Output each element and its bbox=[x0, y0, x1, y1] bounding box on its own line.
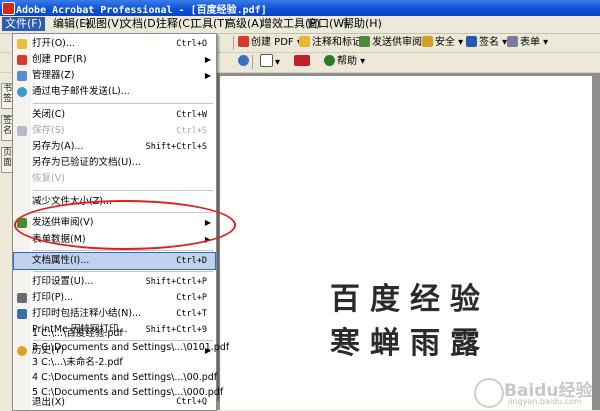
email-icon bbox=[17, 87, 27, 97]
menu-item-save: 保存(S) Ctrl+S bbox=[14, 123, 215, 139]
document-line-1: 百度经验 bbox=[330, 282, 490, 317]
page-layout-icon bbox=[260, 54, 273, 67]
menu-bar: 文件(F) 编辑(E) 视图(V) 文档(D) 注释(C) 工具(T) 高级(A… bbox=[0, 16, 600, 34]
lock-icon bbox=[422, 36, 433, 47]
file-menu-continued: 退出(X) Ctrl+Q bbox=[12, 397, 217, 411]
print-summary-icon bbox=[17, 309, 27, 319]
submenu-arrow-icon: ▶ bbox=[204, 55, 211, 64]
comment-icon bbox=[299, 36, 310, 47]
red-highlight-ellipse bbox=[14, 200, 236, 250]
create-pdf-icon bbox=[238, 36, 249, 47]
page-layout-button[interactable]: ▾ bbox=[258, 54, 282, 70]
menu-separator bbox=[33, 250, 213, 251]
yahoo-search-button[interactable] bbox=[292, 54, 314, 70]
menu-item-email[interactable]: 通过电子邮件发送(L)... bbox=[14, 84, 215, 100]
help-icon bbox=[324, 55, 335, 66]
toolbar-separator bbox=[252, 55, 253, 69]
acrobat-app-icon bbox=[2, 2, 15, 15]
forms-icon bbox=[507, 36, 518, 47]
baidu-paw-icon bbox=[474, 378, 504, 408]
menu-item-organizer[interactable]: 管理器(Z) ▶ bbox=[14, 68, 215, 84]
recent-file-1[interactable]: 1 C:\...\百度经验.pdf bbox=[14, 326, 215, 342]
window-title: Adobe Acrobat Professional - [百度经验.pdf] bbox=[16, 5, 267, 16]
menu-separator bbox=[33, 271, 213, 272]
menu-item-document-properties[interactable]: 文档属性(I)... Ctrl+D bbox=[13, 252, 216, 270]
pdf-page: 百度经验 寒蝉雨露 bbox=[220, 76, 592, 410]
menu-item-create-pdf[interactable]: 创建 PDF(R) ▶ bbox=[14, 52, 215, 68]
recent-file-label: 3 C:\...\未命名-2.pdf bbox=[32, 357, 123, 368]
watermark-url: jingyan.baidu.com bbox=[508, 397, 582, 406]
save-icon bbox=[17, 126, 27, 136]
menu-item-print-setup[interactable]: 打印设置(U)... Shift+Ctrl+P bbox=[14, 274, 215, 290]
review-icon bbox=[359, 36, 370, 47]
menu-item-open[interactable]: 打开(O)... Ctrl+O bbox=[14, 36, 215, 52]
menu-item-print[interactable]: 打印(P)... Ctrl+P bbox=[14, 290, 215, 306]
title-bar: Adobe Acrobat Professional - [百度经验.pdf] bbox=[0, 0, 600, 16]
recent-file-label: 2 C:\Documents and Settings\...\0101.pdf bbox=[32, 342, 230, 353]
submenu-arrow-icon: ▶ bbox=[204, 71, 211, 80]
recent-file-3[interactable]: 3 C:\...\未命名-2.pdf bbox=[14, 356, 215, 370]
zoom-in-icon bbox=[238, 55, 249, 66]
exit-shortcut: Ctrl+Q bbox=[176, 397, 207, 407]
menu-help[interactable]: 帮助(H) bbox=[340, 17, 385, 31]
watermark: Baidu经验 jingyan.baidu.com bbox=[470, 376, 595, 408]
create-pdf-button[interactable]: 创建 PDF ▾ bbox=[236, 35, 304, 51]
menu-separator bbox=[33, 190, 213, 191]
menu-item-close[interactable]: 关闭(C) Ctrl+W bbox=[14, 107, 215, 123]
menu-separator bbox=[33, 103, 213, 104]
exit-label: 退出(X) bbox=[32, 397, 65, 408]
menu-item-print-comments-summary[interactable]: 打印时包括注释小结(N)... Ctrl+T bbox=[14, 306, 215, 322]
recent-file-4[interactable]: 4 C:\Documents and Settings\...\00.pdf bbox=[14, 371, 218, 385]
sign-button[interactable]: 签名 ▾ bbox=[464, 35, 509, 51]
toolbar-separator bbox=[233, 36, 234, 50]
menu-item-save-as[interactable]: 另存为(A)... Shift+Ctrl+S bbox=[14, 139, 215, 155]
forms-button[interactable]: 表单 ▾ bbox=[505, 35, 550, 51]
open-folder-icon bbox=[17, 39, 27, 49]
yahoo-icon bbox=[294, 55, 310, 66]
zoom-in-button[interactable] bbox=[236, 54, 253, 70]
secure-button[interactable]: 安全 ▾ bbox=[420, 35, 465, 51]
pen-icon bbox=[466, 36, 477, 47]
document-line-2: 寒蝉雨露 bbox=[330, 326, 490, 361]
menu-item-save-certified[interactable]: 另存为已验证的文档(U)... bbox=[14, 155, 215, 171]
menu-item-exit[interactable]: 退出(X) Ctrl+Q bbox=[14, 396, 215, 409]
create-pdf-icon bbox=[17, 55, 27, 65]
print-icon bbox=[17, 293, 27, 303]
help-button[interactable]: 帮助 ▾ bbox=[322, 54, 367, 70]
organizer-icon bbox=[17, 71, 27, 81]
recent-file-2[interactable]: 2 C:\Documents and Settings\...\0101.pdf bbox=[14, 341, 229, 355]
menu-file[interactable]: 文件(F) bbox=[2, 17, 45, 31]
menu-item-revert: 恢复(V) bbox=[32, 173, 65, 184]
recent-file-label: 4 C:\Documents and Settings\...\00.pdf bbox=[32, 372, 218, 383]
